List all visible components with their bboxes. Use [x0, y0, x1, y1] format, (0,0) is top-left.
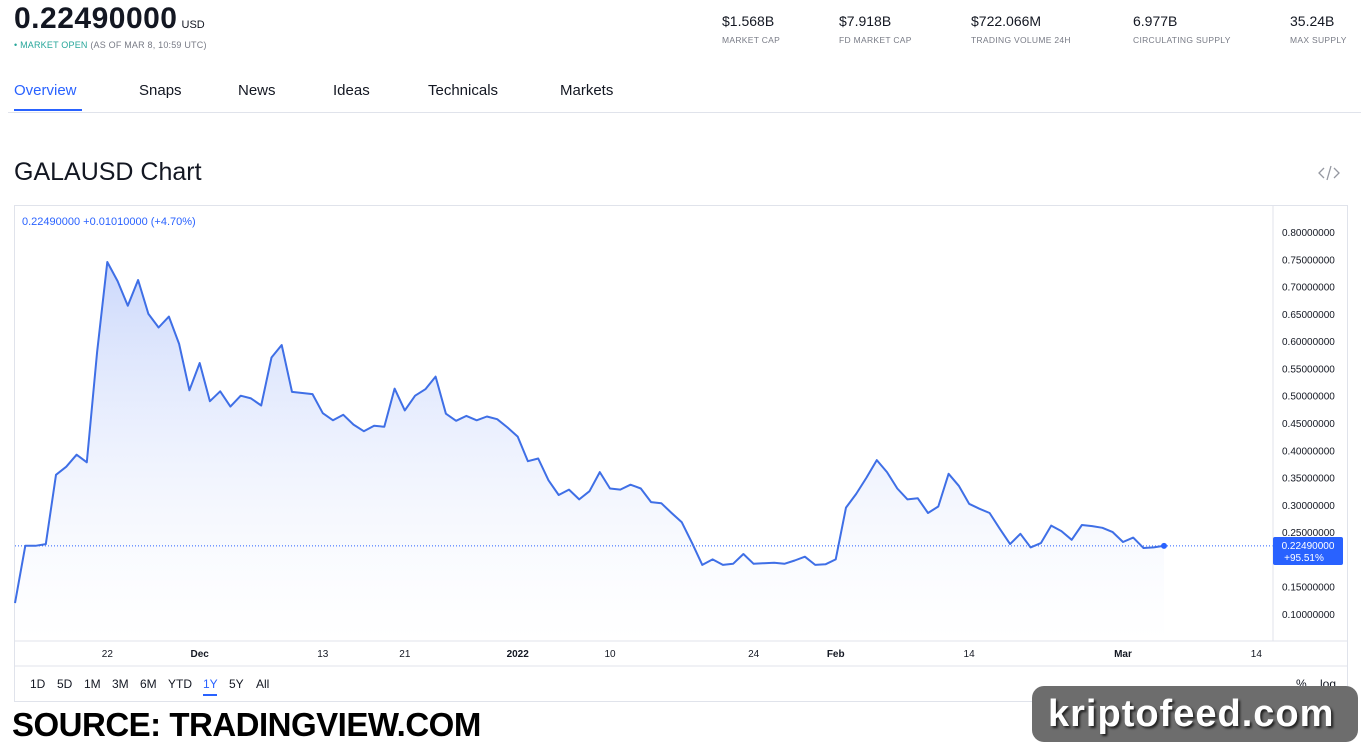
last-price-dot [1161, 542, 1167, 549]
y-tick-label: 0.80000000 [1282, 228, 1335, 239]
y-tick-label: 0.50000000 [1282, 392, 1335, 403]
range-1y-button[interactable]: 1Y [203, 677, 218, 691]
range-3m-button[interactable]: 3M [112, 677, 129, 691]
range-ytd-button[interactable]: YTD [168, 677, 192, 691]
x-tick-label: 2022 [507, 649, 530, 660]
y-tick-label: 0.60000000 [1282, 337, 1335, 348]
x-tick-label: Dec [190, 649, 209, 660]
y-tick-label: 0.65000000 [1282, 310, 1335, 321]
last-price-value: 0.22490000 [1282, 541, 1335, 552]
y-tick-label: 0.30000000 [1282, 501, 1335, 512]
active-range-indicator [203, 694, 217, 696]
range-5d-button[interactable]: 5D [57, 677, 72, 691]
last-price-tag: 0.22490000 +95.51% [1273, 537, 1343, 565]
range-1d-button[interactable]: 1D [30, 677, 45, 691]
x-tick-label: Mar [1114, 649, 1132, 660]
range-all-button[interactable]: All [256, 677, 269, 691]
x-tick-label: 21 [399, 649, 411, 660]
chart-legend: 0.22490000 +0.01010000 (+4.70%) [22, 216, 196, 228]
last-price-change: +95.51% [1284, 553, 1324, 564]
range-6m-button[interactable]: 6M [140, 677, 157, 691]
x-tick-label: 22 [102, 649, 114, 660]
x-tick-label: 10 [604, 649, 616, 660]
price-chart[interactable]: 0.80000000 0.75000000 0.70000000 0.65000000… [0, 0, 1361, 749]
x-tick-label: Feb [827, 649, 845, 660]
x-tick-label: 14 [964, 649, 976, 660]
y-tick-label: 0.40000000 [1282, 446, 1335, 457]
price-area-fill [15, 262, 1164, 641]
range-5y-button[interactable]: 5Y [229, 677, 244, 691]
y-tick-label: 0.45000000 [1282, 419, 1335, 430]
y-tick-label: 0.35000000 [1282, 474, 1335, 485]
brand-watermark: kriptofeed.com [1048, 693, 1335, 735]
y-tick-label: 0.70000000 [1282, 283, 1335, 294]
y-tick-label: 0.15000000 [1282, 583, 1335, 594]
y-tick-label: 0.10000000 [1282, 610, 1335, 621]
source-caption: SOURCE: TRADINGVIEW.COM [12, 706, 481, 743]
x-tick-label: 13 [317, 649, 329, 660]
y-tick-label: 0.75000000 [1282, 255, 1335, 266]
x-tick-label: 24 [748, 649, 760, 660]
y-tick-label: 0.55000000 [1282, 364, 1335, 375]
range-1m-button[interactable]: 1M [84, 677, 101, 691]
x-tick-label: 14 [1251, 649, 1263, 660]
